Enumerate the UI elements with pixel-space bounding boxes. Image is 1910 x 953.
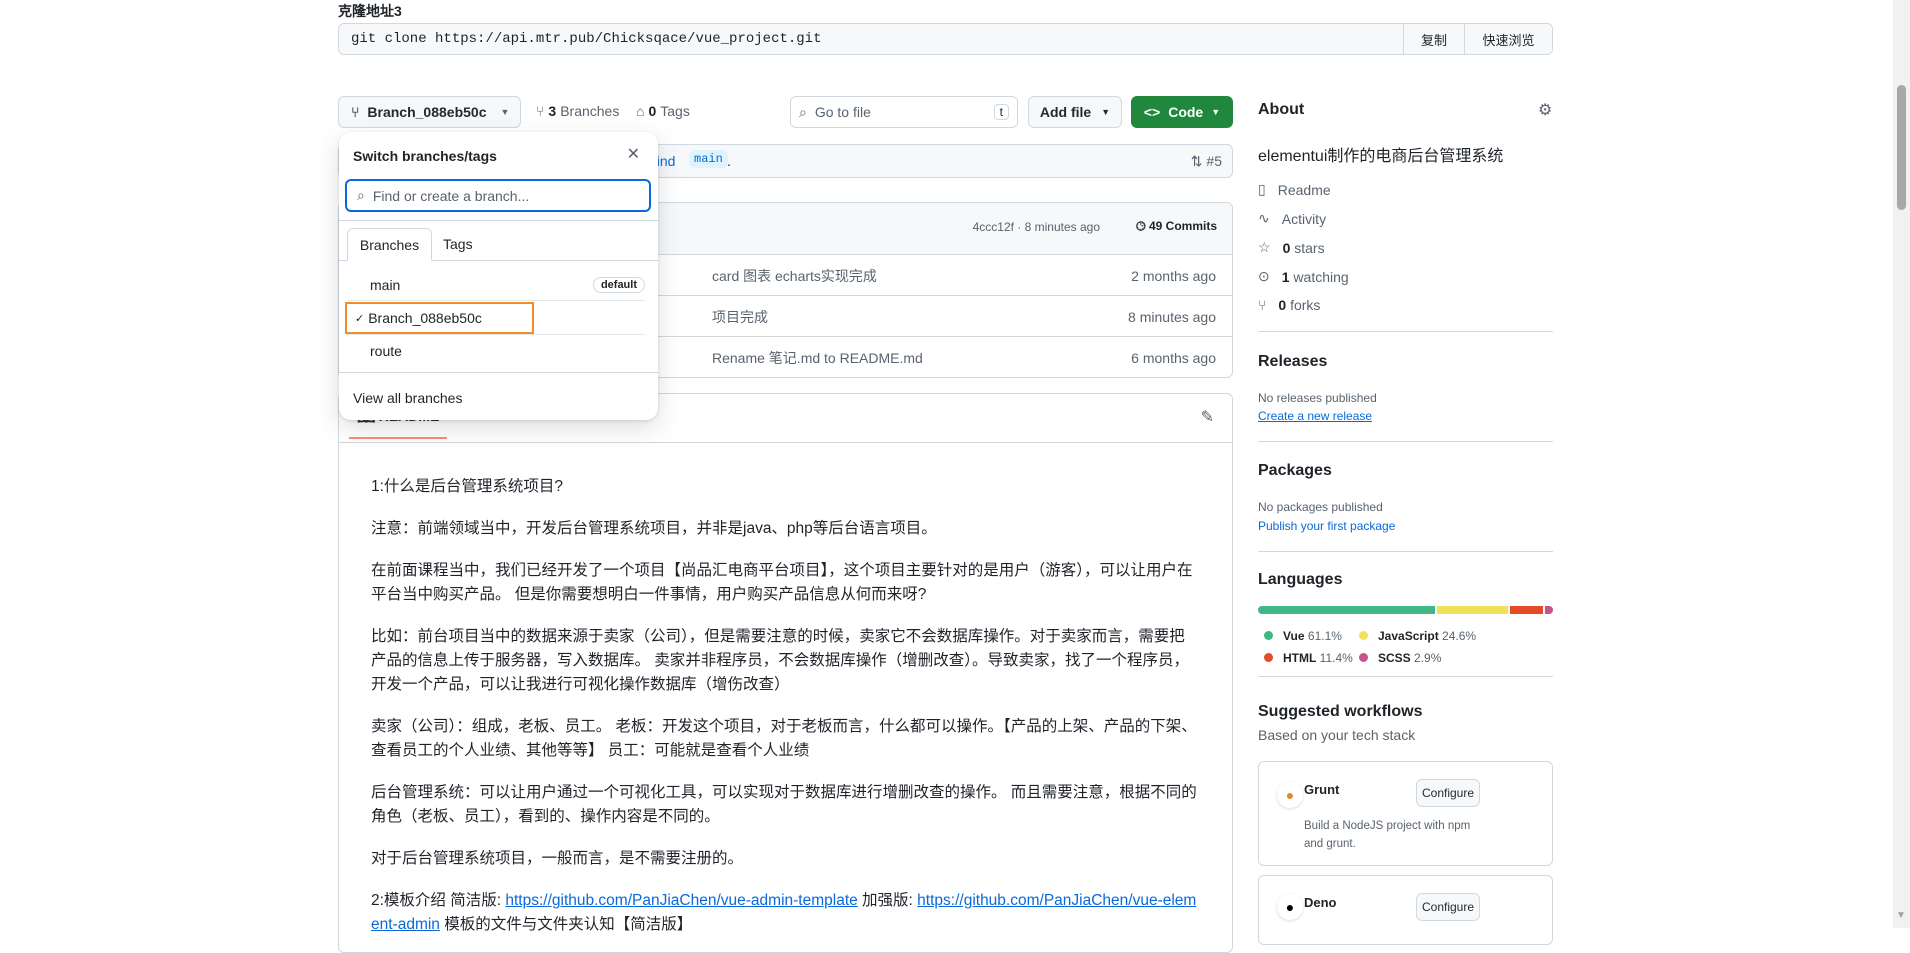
language-scss[interactable]: SCSS 2.9% (1359, 651, 1441, 665)
pulse-icon: ∿ (1258, 210, 1270, 226)
star-icon: ☆ (1258, 239, 1271, 255)
code-icon: <> (1143, 104, 1161, 120)
repo-description: elementui制作的电商后台管理系统 (1258, 148, 1504, 165)
workflow-card-grunt: ● Grunt Configure Build a NodeJS project… (1258, 761, 1553, 866)
language-vue[interactable]: Vue 61.1% (1264, 629, 1359, 643)
branch-item-route[interactable]: route (370, 343, 402, 359)
forks-link[interactable]: ⑂ 0 forks (1258, 297, 1320, 313)
scrollbar-thumb[interactable] (1897, 85, 1906, 210)
default-badge: default (592, 277, 645, 293)
search-icon: ⌕ (799, 103, 807, 120)
branch-icon: ⑂ (351, 104, 360, 120)
quick-browse-button[interactable]: 快速浏览 (1464, 24, 1552, 54)
clone-command-input[interactable]: git clone https://api.mtr.pub/Chicksqace… (339, 24, 1403, 54)
languages-heading: Languages (1258, 571, 1343, 588)
releases-heading[interactable]: Releases (1258, 353, 1327, 371)
book-icon: ▯ (1258, 181, 1266, 197)
language-html[interactable]: HTML 11.4% (1264, 651, 1359, 665)
check-icon: ✓ (355, 312, 365, 325)
tab-tags[interactable]: Tags (443, 236, 473, 252)
gear-icon[interactable]: ⚙ (1538, 100, 1552, 120)
workflow-card-deno: ● Deno Configure (1258, 875, 1553, 945)
pull-request-link[interactable]: ⇅ #5 (1191, 153, 1222, 170)
about-heading: About (1258, 101, 1305, 118)
caret-down-icon: ▼ (1211, 107, 1221, 117)
copy-button[interactable]: 复制 (1403, 24, 1464, 54)
clone-title: 克隆地址3 (338, 3, 402, 19)
page-scrollbar[interactable]: ▼ (1893, 0, 1910, 928)
readme-content: 1:什么是后台管理系统项目? 注意：前端领域当中，开发后台管理系统项目，并非是j… (371, 478, 1197, 933)
scroll-down-arrow-icon[interactable]: ▼ (1896, 910, 1906, 921)
shortcut-key: t (993, 104, 1009, 120)
history-icon: 🕒︎ (1136, 219, 1146, 233)
deno-logo-icon: ● (1277, 894, 1303, 920)
branch-switcher-dropdown: Switch branches/tags ✕ ⌕ Find or create … (339, 132, 658, 420)
branch-search-input[interactable]: ⌕ Find or create a branch... (345, 179, 651, 212)
branch-chip[interactable]: main (689, 150, 728, 168)
packages-heading[interactable]: Packages (1258, 462, 1332, 480)
caret-down-icon: ▼ (500, 107, 510, 117)
branch-select-button[interactable]: ⑂ Branch_088eb50c ▼ (338, 96, 521, 128)
branches-link[interactable]: ⑂ 3 Branches (536, 103, 619, 119)
tab-branches[interactable]: Branches (347, 228, 432, 261)
dropdown-title: Switch branches/tags (353, 148, 497, 164)
template-link[interactable]: https://github.com/PanJiaChen/vue-admin-… (505, 892, 857, 909)
language-bar-segment-vue (1258, 606, 1435, 614)
eye-icon: ⊙ (1258, 268, 1270, 284)
go-to-file-input[interactable]: ⌕ Go to file t (790, 96, 1018, 128)
clone-url-box: git clone https://api.mtr.pub/Chicksqace… (338, 23, 1553, 55)
language-javascript[interactable]: JavaScript 24.6% (1359, 629, 1476, 643)
tag-icon: ⌂ (636, 103, 645, 119)
search-icon: ⌕ (357, 187, 365, 203)
activity-link[interactable]: ∿ Activity (1258, 210, 1326, 227)
stars-link[interactable]: ☆ 0 stars (1258, 239, 1325, 256)
commits-link[interactable]: 🕒︎ 49 Commits (1136, 219, 1217, 234)
configure-button[interactable]: Configure (1416, 893, 1480, 921)
add-file-button[interactable]: Add file ▼ (1028, 96, 1122, 128)
publish-package-link[interactable]: Publish your first package (1258, 519, 1395, 533)
branch-icon: ⑂ (536, 103, 545, 119)
language-bar-segment-html (1509, 606, 1543, 614)
view-all-branches-link[interactable]: View all branches (353, 390, 462, 406)
language-bar-segment-javascript (1436, 606, 1508, 614)
close-icon[interactable]: ✕ (627, 144, 640, 164)
language-bar-segment-scss (1544, 606, 1553, 614)
edit-pencil-icon[interactable]: ✎ (1201, 407, 1214, 427)
watching-link[interactable]: ⊙ 1 watching (1258, 268, 1349, 285)
code-button[interactable]: <> Code ▼ (1131, 96, 1233, 128)
readme-link[interactable]: ▯ Readme (1258, 181, 1331, 198)
language-bar (1258, 606, 1553, 614)
readme-box: 📖︎ README ✎ 1:什么是后台管理系统项目? 注意：前端领域当中，开发后… (338, 393, 1233, 953)
branch-item-main[interactable]: main default (339, 270, 645, 300)
caret-down-icon: ▼ (1101, 107, 1111, 117)
workflows-heading: Suggested workflows (1258, 703, 1423, 720)
configure-button[interactable]: Configure (1416, 779, 1480, 807)
pull-request-icon: ⇅ (1190, 153, 1203, 169)
create-release-link[interactable]: Create a new release (1258, 409, 1372, 423)
branch-item-current[interactable]: ✓ Branch_088eb50c (345, 302, 534, 334)
latest-commit-meta[interactable]: 4ccc12f · 8 minutes ago (973, 220, 1100, 234)
fork-icon: ⑂ (1258, 297, 1267, 313)
grunt-logo-icon: ● (1277, 782, 1303, 808)
tags-link[interactable]: ⌂ 0 Tags (636, 103, 690, 119)
language-legend: Vue 61.1% JavaScript 24.6% HTML 11.4% SC… (1264, 625, 1554, 669)
